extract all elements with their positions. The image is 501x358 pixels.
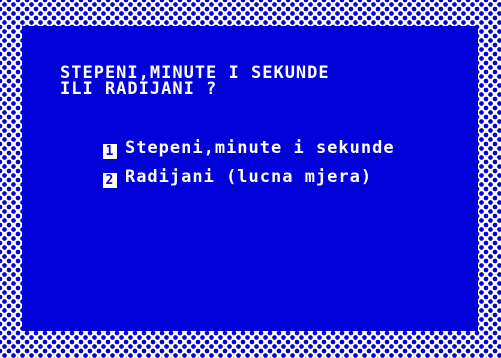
option-2-label: Radijani (lucna mjera) — [124, 167, 373, 187]
question-line-2: ILI RADIJANI ? — [60, 79, 218, 99]
screen-paper: STEPENI,MINUTE I SEKUNDE ILI RADIJANI ? … — [22, 26, 478, 331]
option-2[interactable]: 2 Radijani (lucna mjera) — [58, 150, 372, 206]
option-2-key: 2 — [102, 173, 117, 188]
